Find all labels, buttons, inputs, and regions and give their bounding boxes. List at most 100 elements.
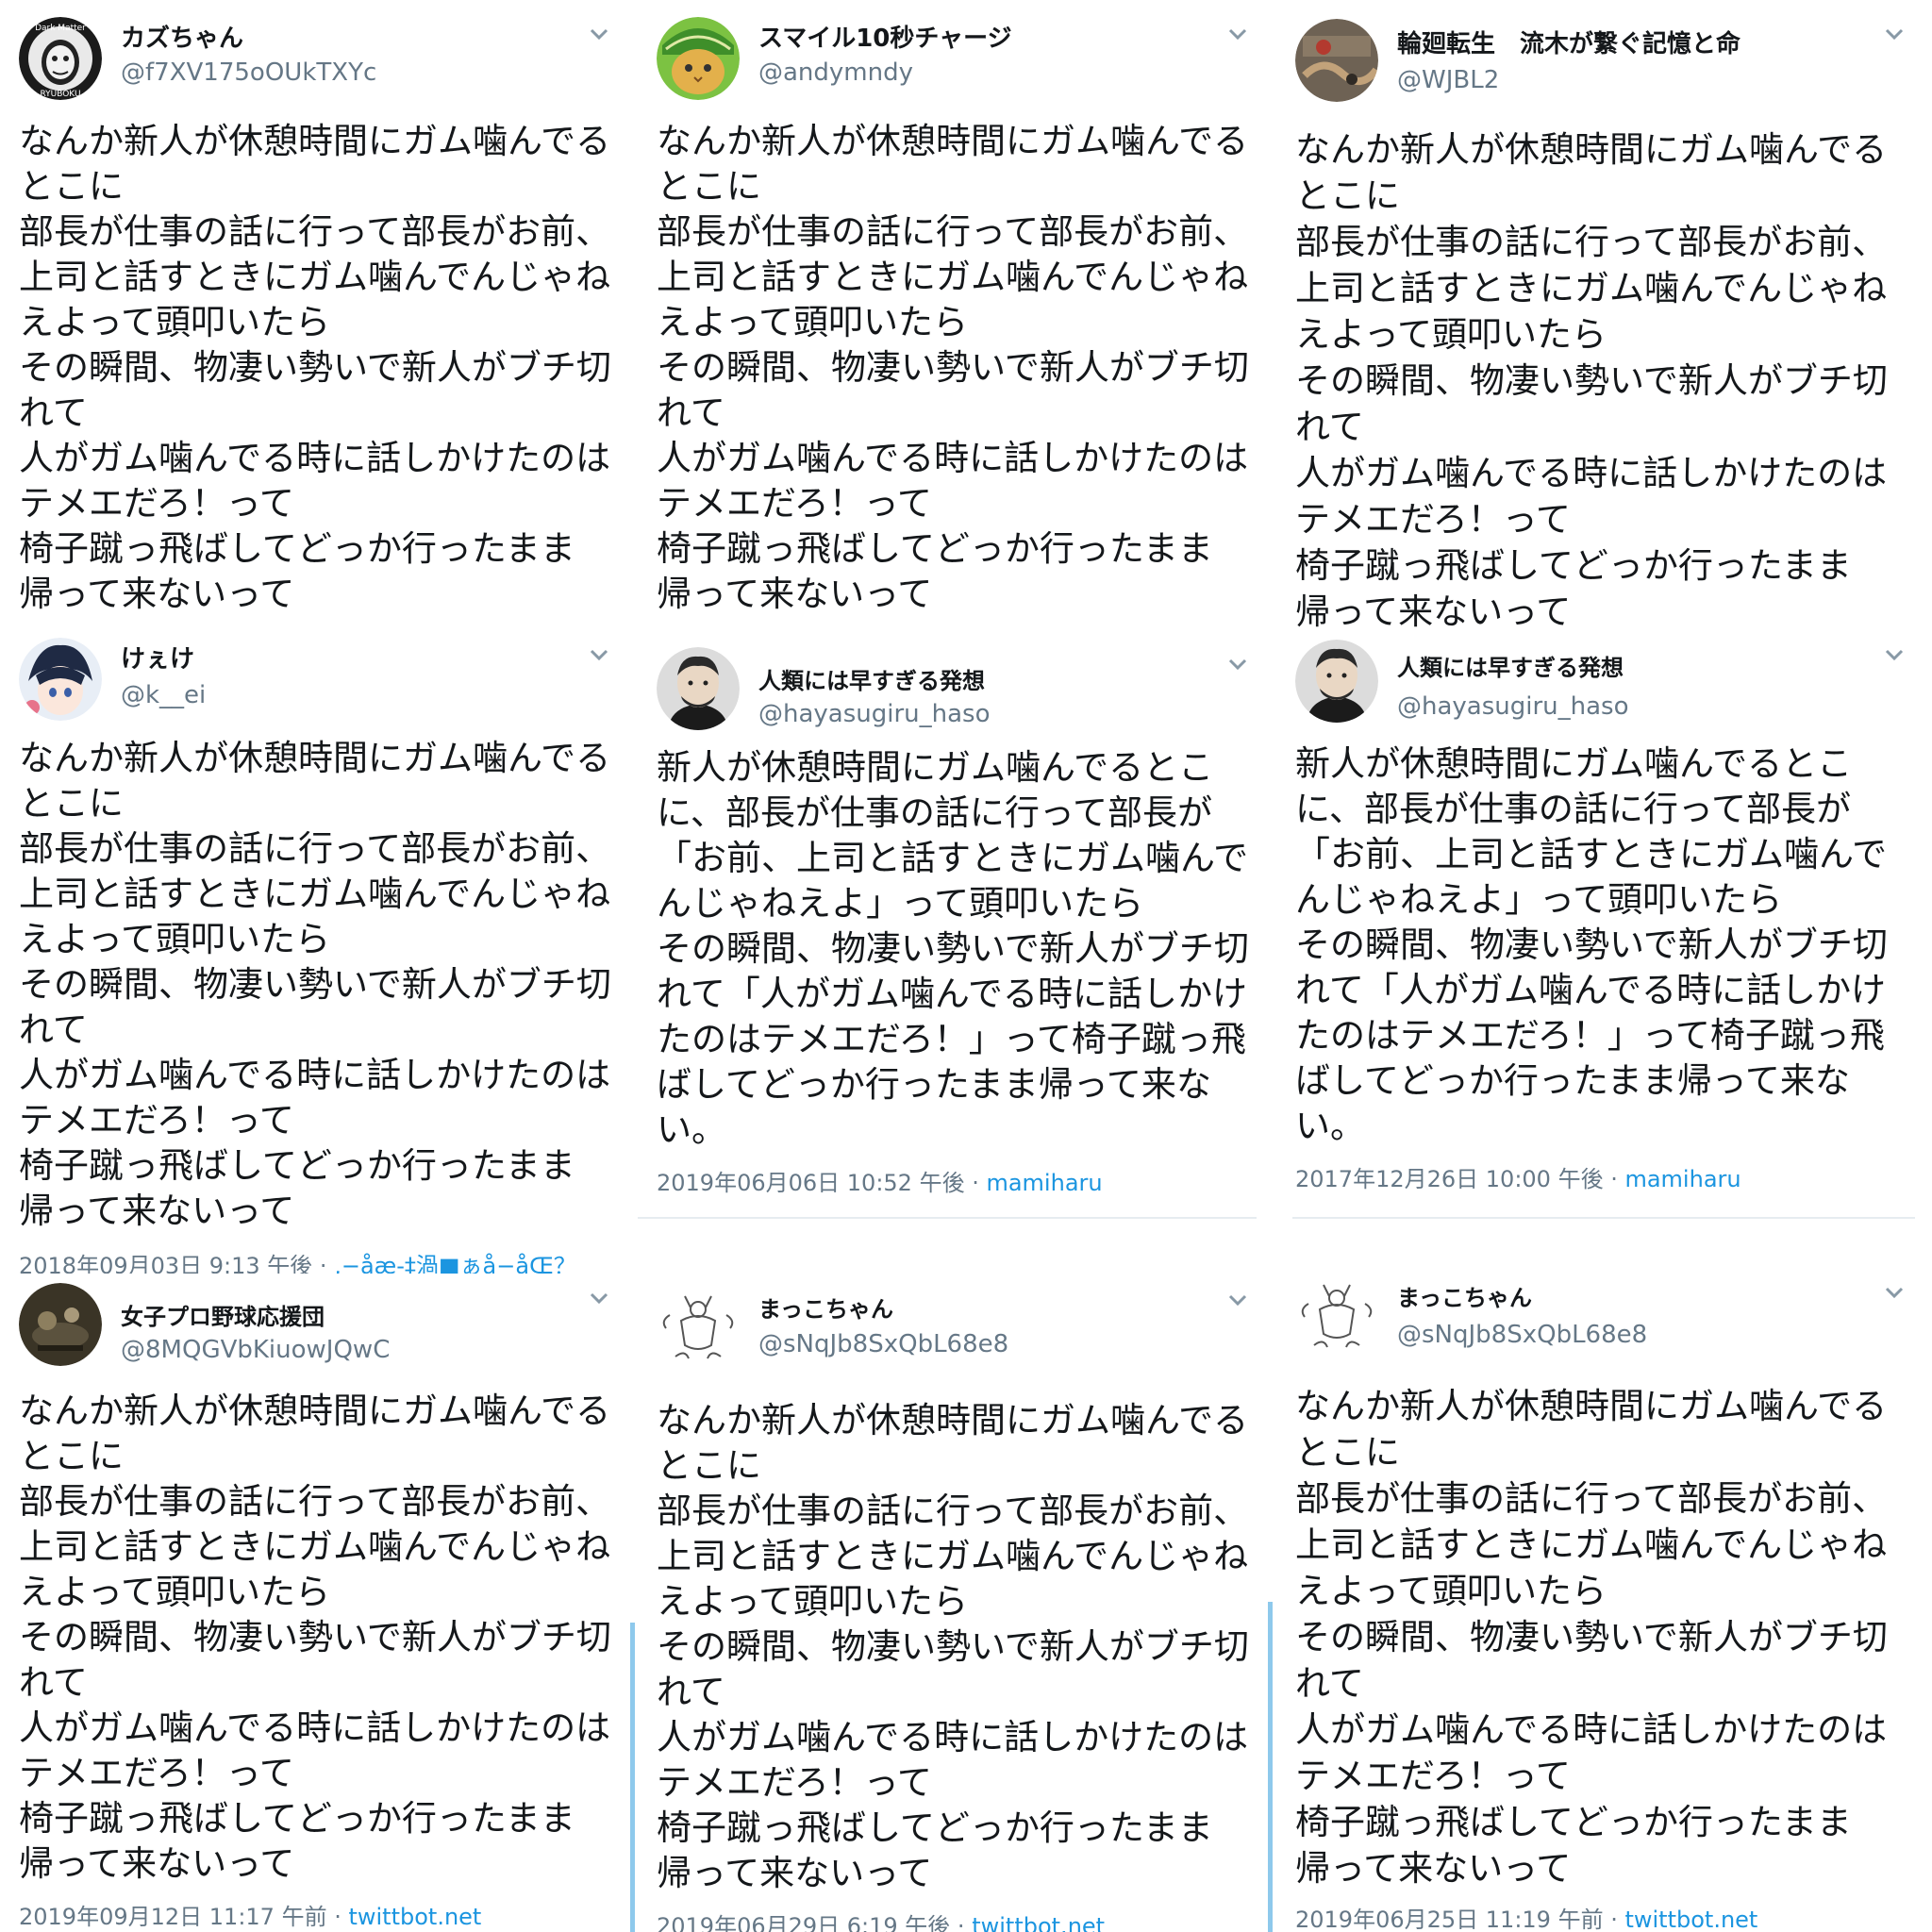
tweet-text-line: 椅子蹴っ飛ばしてどっか行ったまま: [19, 528, 575, 569]
screenshot-collage: Dark Matter RYUBOKU カズちゃん @f7XV175oOUkTXY…: [0, 0, 1932, 1932]
chevron-down-icon[interactable]: [1224, 651, 1251, 677]
timestamp[interactable]: 2019年09月12日 11:17 午前 ·: [19, 1904, 348, 1930]
nietzsche-portrait-avatar-icon[interactable]: [1295, 640, 1378, 723]
user-handle[interactable]: @f7XV175oOUkTXYc: [121, 58, 376, 87]
tweet-text-line: なんか新人が休憩時間にガム噛んでる: [19, 738, 611, 778]
tweet-text-line: れて: [19, 1662, 88, 1703]
user-handle[interactable]: @k__ei: [121, 681, 206, 709]
tweet-text-line: えよって頭叩いたら: [657, 302, 969, 342]
chevron-down-icon[interactable]: [1881, 21, 1907, 47]
tweet-card[interactable]: 人類には早すぎる発想 @hayasugiru_haso 新人が休憩時間にガム噛ん…: [1276, 630, 1932, 1253]
chevron-down-icon[interactable]: [586, 1285, 612, 1311]
user-name[interactable]: まっこちゃん: [758, 1291, 893, 1324]
tweet-text-line: 椅子蹴っ飛ばしてどっか行ったまま: [1295, 545, 1852, 586]
tweet-text-line: 部長が仕事の話に行って部長がお前、: [19, 828, 611, 869]
user-name[interactable]: カズちゃん: [121, 19, 243, 54]
user-name[interactable]: 輪廻転生 流木が繋ぐ記憶と命: [1397, 25, 1740, 59]
tweet-text-line: とこに: [657, 1445, 761, 1486]
user-handle[interactable]: @WJBL2: [1397, 66, 1499, 94]
user-handle[interactable]: @andymndy: [758, 58, 913, 87]
source-link[interactable]: twittbot.net: [972, 1913, 1105, 1932]
user-name[interactable]: 女子プロ野球応援団: [121, 1298, 325, 1331]
source-link[interactable]: mamiharu: [986, 1170, 1102, 1196]
tweet-meta: 2019年06月06日 10:52 午後 · mamiharu: [657, 1164, 1257, 1197]
user-handle[interactable]: @hayasugiru_haso: [1397, 692, 1629, 721]
user-handle[interactable]: @sNqJb8SxQbL68e8: [1397, 1321, 1647, 1349]
tweet-header: 輪廻転生 流木が繋ぐ記憶と命 @WJBL2: [1295, 13, 1913, 115]
chevron-down-icon[interactable]: [1881, 1279, 1907, 1306]
tweet-text-line: 部長が仕事の話に行って部長がお前、: [657, 211, 1249, 252]
tweet-text-line: その瞬間、物凄い勢いで新人がブチ切: [19, 347, 611, 388]
tweet-text-line: んじゃねえよ」って頭叩いたら: [1295, 879, 1783, 920]
sketch-figure-avatar-icon[interactable]: [657, 1283, 740, 1366]
timestamp[interactable]: 2017年12月26日 10:00 午後 ·: [1295, 1166, 1624, 1192]
tweet-text-line: んじゃねえよ」って頭叩いたら: [657, 883, 1144, 924]
timestamp[interactable]: 2018年09月03日 9:13 午後 ·: [19, 1253, 334, 1274]
user-name[interactable]: スマイル10秒チャージ: [758, 19, 1012, 54]
tweet-card[interactable]: 輪廻転生 流木が繋ぐ記憶と命 @WJBL2 なんか新人が休憩時間にガム噛んでる …: [1276, 0, 1932, 630]
tweet-card[interactable]: 人類には早すぎる発想 @hayasugiru_haso 新人が休憩時間にガム噛ん…: [638, 630, 1275, 1253]
sketch-figure-avatar-icon[interactable]: [1295, 1272, 1378, 1355]
tweet-meta: 2019年09月12日 11:17 午前 · twittbot.net: [19, 1898, 618, 1931]
tweet-body: なんか新人が休憩時間にガム噛んでる とこに 部長が仕事の話に行って部長がお前、 …: [1295, 1383, 1913, 1891]
tweet-text-line: 人がガム噛んでる時に話しかけたのは: [19, 1055, 611, 1095]
source-link[interactable]: twittbot.net: [1624, 1907, 1757, 1932]
driftwood-avatar-icon[interactable]: [1295, 19, 1378, 102]
tweet-text-line: なんか新人が休憩時間にガム噛んでる: [19, 121, 611, 161]
avatar-label: Dark Matter: [35, 24, 86, 33]
tweet-text-line: なんか新人が休憩時間にガム噛んでる: [1295, 1386, 1888, 1426]
tweet-header: 人類には早すぎる発想 @hayasugiru_haso: [1295, 640, 1913, 730]
tweet-card[interactable]: Dark Matter RYUBOKU カズちゃん @f7XV175oOUkTXY…: [0, 0, 637, 630]
tweet-card[interactable]: スマイル10秒チャージ @andymndy なんか新人が休憩時間にガム噛んでる …: [638, 0, 1275, 630]
user-name[interactable]: 人類には早すぎる発想: [758, 662, 985, 695]
tweet-text-line: 人がガム噛んでる時に話しかけたのは: [19, 438, 611, 478]
tweet-text-line: 帰って来ないって: [19, 1843, 295, 1884]
tweet-text-line: 人がガム噛んでる時に話しかけたのは: [1295, 1709, 1888, 1750]
tweet-meta: 2018年09月03日 9:13 午後 · ,−åæ-‡渦■ぁå−åŒ？: [19, 1247, 618, 1274]
timestamp[interactable]: 2019年06月25日 11:19 午前 ·: [1295, 1907, 1624, 1932]
tweet-text-line: 上司と話すときにガム噛んでんじゃね: [1295, 268, 1888, 308]
user-name[interactable]: まっこちゃん: [1397, 1279, 1532, 1312]
baseball-avatar-icon[interactable]: [19, 1283, 102, 1366]
tweet-text-line: 上司と話すときにガム噛んでんじゃね: [19, 1526, 611, 1567]
dark-mask-avatar-icon[interactable]: Dark Matter RYUBOKU: [19, 17, 102, 100]
chevron-down-icon[interactable]: [586, 21, 612, 47]
user-handle[interactable]: @8MQGVbKiuowJQwC: [121, 1336, 390, 1364]
tweet-header: まっこちゃん @sNqJb8SxQbL68e8: [657, 1266, 1257, 1379]
tweet-card[interactable]: けぇけ @k__ei なんか新人が休憩時間にガム噛んでる とこに 部長が仕事の話…: [0, 630, 637, 1274]
tweet-text-line: たのはテメエだろ！」って椅子蹴っ飛: [657, 1019, 1246, 1059]
chevron-down-icon[interactable]: [586, 641, 612, 668]
tweet-text-line: その瞬間、物凄い勢いで新人がブチ切: [19, 964, 611, 1005]
tweet-text-line: れて: [1295, 407, 1364, 447]
chevron-down-icon[interactable]: [1224, 21, 1251, 47]
tweet-text-line: とこに: [19, 783, 124, 824]
tweet-card[interactable]: 女子プロ野球応援団 @8MQGVbKiuowJQwC なんか新人が休憩時間にガム…: [0, 1274, 637, 1932]
user-handle[interactable]: @hayasugiru_haso: [758, 700, 991, 728]
user-name[interactable]: けぇけ: [121, 640, 194, 675]
source-link[interactable]: mamiharu: [1624, 1166, 1740, 1192]
tweet-card[interactable]: まっこちゃん @sNqJb8SxQbL68e8 なんか新人が休憩時間にガム噛んで…: [1276, 1253, 1932, 1932]
timestamp[interactable]: 2019年06月06日 10:52 午後 ·: [657, 1170, 986, 1196]
chevron-down-icon[interactable]: [1224, 1287, 1251, 1313]
tweet-text-line: 帰って来ないって: [19, 1191, 295, 1231]
tweet-text-line: 部長が仕事の話に行って部長がお前、: [19, 1481, 611, 1522]
tweet-text-line: 人がガム噛んでる時に話しかけたのは: [1295, 453, 1888, 493]
nietzsche-portrait-avatar-icon[interactable]: [657, 647, 740, 730]
tweet-text-line: 部長が仕事の話に行って部長がお前、: [657, 1491, 1249, 1531]
user-name[interactable]: 人類には早すぎる発想: [1397, 649, 1624, 682]
tweet-text-line: 帰って来ないって: [19, 574, 295, 614]
tweet-text-line: とこに: [657, 166, 761, 207]
divider: [638, 1217, 1257, 1219]
anime-boy-avatar-icon[interactable]: [19, 638, 102, 721]
tweet-text-line: れて: [19, 392, 88, 433]
chevron-down-icon[interactable]: [1881, 641, 1907, 668]
user-handle[interactable]: @sNqJb8SxQbL68e8: [758, 1330, 1008, 1358]
tweet-text-line: えよって頭叩いたら: [19, 1572, 331, 1612]
tweet-body: なんか新人が休憩時間にガム噛んでる とこに 部長が仕事の話に行って部長がお前、 …: [19, 736, 618, 1234]
tweet-card[interactable]: まっこちゃん @sNqJb8SxQbL68e8 なんか新人が休憩時間にガム噛んで…: [638, 1253, 1275, 1932]
melon-cat-avatar-icon[interactable]: [657, 17, 740, 100]
tweet-text-line: れて: [1295, 1663, 1364, 1704]
timestamp[interactable]: 2019年06月29日 6:19 午後 ·: [657, 1913, 972, 1932]
source-link[interactable]: ,−åæ-‡渦■ぁå−åŒ？: [334, 1253, 576, 1274]
source-link[interactable]: twittbot.net: [348, 1904, 481, 1930]
